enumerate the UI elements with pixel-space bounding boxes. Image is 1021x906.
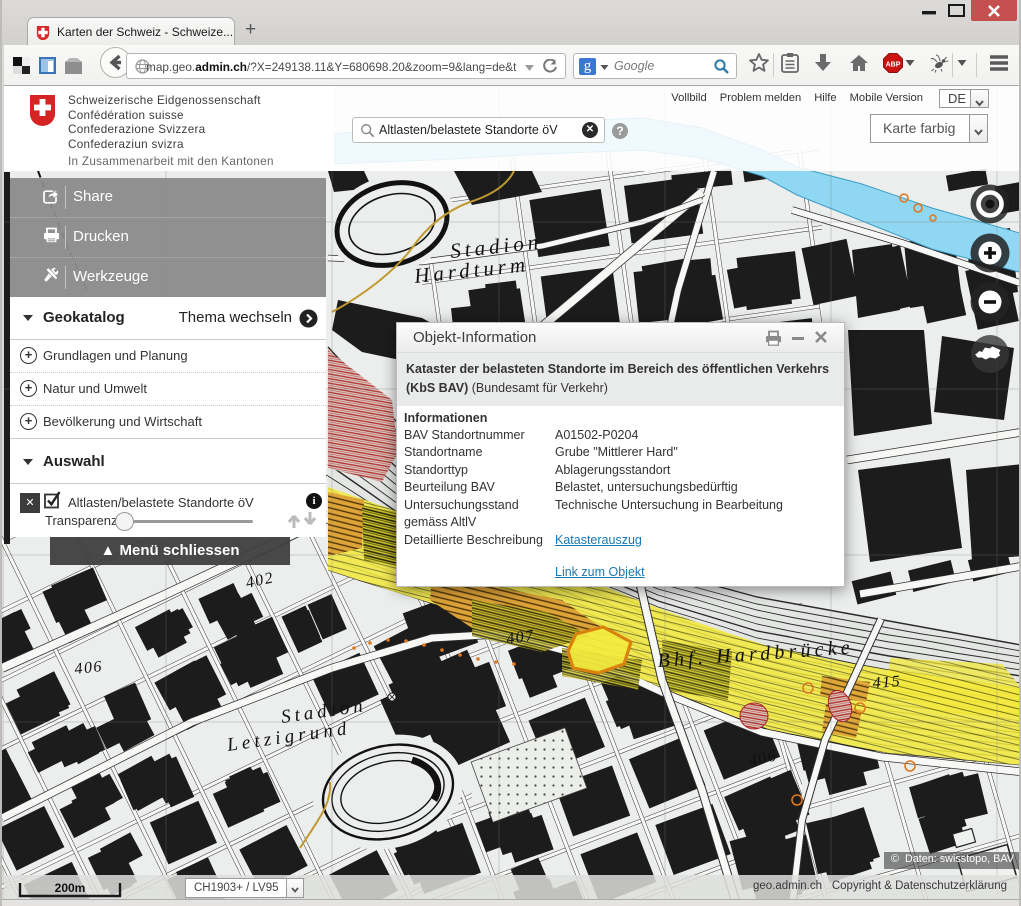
svg-text:200m: 200m <box>55 881 86 895</box>
svg-text:ABP: ABP <box>886 62 901 69</box>
